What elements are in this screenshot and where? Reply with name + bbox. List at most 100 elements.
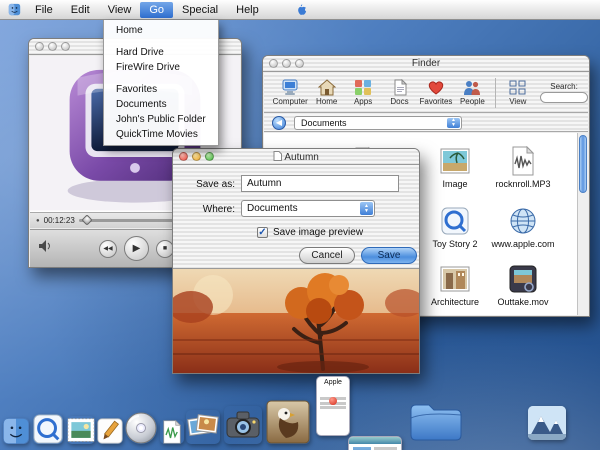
timeline-knob[interactable]: [81, 214, 92, 225]
finder-titlebar[interactable]: Finder: [263, 56, 589, 72]
quicktime-movie-icon: [439, 205, 471, 237]
close-button[interactable]: [179, 152, 188, 161]
go-menu-item-home[interactable]: Home: [104, 23, 218, 38]
file-image[interactable]: Image: [424, 145, 486, 189]
apple-logo-icon[interactable]: [293, 3, 307, 20]
search-input[interactable]: [540, 92, 588, 103]
menu-help[interactable]: Help: [227, 2, 268, 18]
close-button[interactable]: [35, 42, 44, 51]
menu-edit[interactable]: Edit: [62, 2, 99, 18]
checkbox-label: Save image preview: [273, 227, 363, 238]
desktop: ● 00:12:23 ◀◀ ▶ ■ ▲ ▼: [0, 0, 600, 450]
menu-separator: [104, 38, 218, 45]
window-title: Finder: [263, 58, 589, 69]
document-proxy-icon: [273, 151, 282, 161]
toolbar-people-button[interactable]: People: [454, 79, 490, 106]
heart-icon: [427, 79, 445, 96]
rewind-button[interactable]: ◀◀: [99, 240, 117, 258]
file-toy-story-2[interactable]: Toy Story 2: [424, 205, 486, 249]
scrollbar-thumb[interactable]: [579, 135, 587, 193]
record-dot-icon: ●: [36, 218, 40, 224]
rewind-icon: ◀◀: [103, 245, 112, 252]
menu-separator: [104, 75, 218, 82]
close-button[interactable]: [269, 59, 278, 68]
photo-file-icon: [439, 263, 471, 295]
zoom-button[interactable]: [205, 152, 214, 161]
dock-finder-icon[interactable]: [3, 418, 29, 444]
minimize-button[interactable]: [282, 59, 291, 68]
where-popup[interactable]: Documents ▲▼: [241, 200, 375, 217]
file-www-apple-com[interactable]: www.apple.com: [492, 205, 554, 249]
go-menu-item-favorites[interactable]: Favorites: [104, 82, 218, 97]
dock-quicktime-player-icon[interactable]: [33, 414, 63, 444]
save-dialog-body: Save as: Autumn Where: Documents ▲▼ ✓ Sa…: [173, 165, 419, 269]
save-image-preview-checkbox[interactable]: ✓ Save image preview: [257, 227, 363, 238]
finder-app-menu-icon[interactable]: [8, 3, 24, 16]
go-menu-item-firewire-drive[interactable]: FireWire Drive: [104, 60, 218, 75]
zoom-button[interactable]: [61, 42, 70, 51]
dock-landscape-photo-icon[interactable]: [528, 406, 566, 440]
menu-file[interactable]: File: [26, 2, 62, 18]
dock-audio-file-icon[interactable]: [160, 420, 184, 444]
menu-go[interactable]: Go: [140, 2, 173, 18]
photo-file-icon: [439, 145, 471, 177]
zoom-button[interactable]: [295, 59, 304, 68]
dock-mail-icon[interactable]: [67, 416, 95, 444]
dock-eagle-photo-icon[interactable]: [266, 400, 310, 444]
menu-special[interactable]: Special: [173, 2, 227, 18]
speaker-icon[interactable]: [38, 239, 52, 258]
poster-red-dot: [329, 397, 337, 405]
go-menu-item-hard-drive[interactable]: Hard Drive: [104, 45, 218, 60]
finder-location-bar: ◀ Documents ▲▼: [264, 114, 588, 132]
toolbar-computer-button[interactable]: Computer: [272, 79, 308, 106]
go-menu-item-johns-public-folder[interactable]: John's Public Folder: [104, 112, 218, 127]
save-dialog-titlebar[interactable]: Autumn: [173, 149, 419, 165]
dock-apple-poster-icon[interactable]: Apple: [316, 376, 350, 436]
apps-icon: [354, 79, 372, 96]
cancel-button[interactable]: Cancel: [299, 247, 355, 264]
play-icon: ▶: [133, 243, 141, 254]
finder-toolbar: Computer Home Apps Docs Favorites People: [264, 73, 588, 113]
toolbar-divider: [495, 78, 496, 108]
dock-camera-icon[interactable]: [224, 406, 262, 444]
movie-file-icon: [507, 263, 539, 295]
save-dialog-window[interactable]: Autumn Save as: Autumn Where: Documents …: [172, 148, 420, 374]
toolbar-docs-button[interactable]: Docs: [381, 79, 417, 106]
minimize-button[interactable]: [48, 42, 57, 51]
popup-arrows-icon: ▲▼: [360, 202, 373, 215]
location-popup[interactable]: Documents ▲▼: [294, 116, 462, 130]
globe-icon: [507, 205, 539, 237]
play-button[interactable]: ▶: [124, 236, 149, 261]
toolbar-favorites-button[interactable]: Favorites: [418, 79, 454, 106]
where-label: Where:: [185, 204, 235, 215]
file-architecture[interactable]: Architecture: [424, 263, 486, 307]
save-button[interactable]: Save: [361, 247, 417, 264]
file-outtake-mov[interactable]: Outtake.mov: [492, 263, 554, 307]
dock: Apple: [0, 380, 600, 450]
search-label: Search:: [550, 82, 578, 91]
go-menu-item-documents[interactable]: Documents: [104, 97, 218, 112]
vertical-scrollbar[interactable]: [577, 133, 588, 315]
save-as-input[interactable]: Autumn: [241, 175, 399, 192]
minimize-button[interactable]: [192, 152, 201, 161]
autumn-preview-image: [173, 269, 419, 373]
location-value: Documents: [301, 118, 347, 128]
menu-view[interactable]: View: [99, 2, 141, 18]
dock-internet-explorer-icon[interactable]: [348, 436, 402, 450]
toolbar-view-button[interactable]: View: [500, 79, 536, 106]
back-icon: ◀: [276, 118, 282, 127]
menu-bar: File Edit View Go Special Help: [0, 0, 600, 20]
go-menu-item-quicktime-movies[interactable]: QuickTime Movies: [104, 127, 218, 142]
poster-label: Apple: [317, 379, 349, 386]
view-grid-icon: [509, 79, 527, 96]
toolbar-home-button[interactable]: Home: [308, 79, 344, 106]
dock-documents-folder-icon[interactable]: [408, 396, 464, 444]
document-icon: [391, 79, 409, 96]
toolbar-apps-button[interactable]: Apps: [345, 79, 381, 106]
dock-dvd-player-icon[interactable]: [125, 412, 157, 444]
dock-compose-pen-icon[interactable]: [97, 418, 123, 444]
dock-photo-album-icon[interactable]: [186, 410, 220, 444]
file-rocknroll-mp3[interactable]: rocknroll.MP3: [492, 145, 554, 189]
back-button[interactable]: ◀: [272, 116, 286, 130]
checkbox-check-icon: ✓: [257, 227, 268, 238]
